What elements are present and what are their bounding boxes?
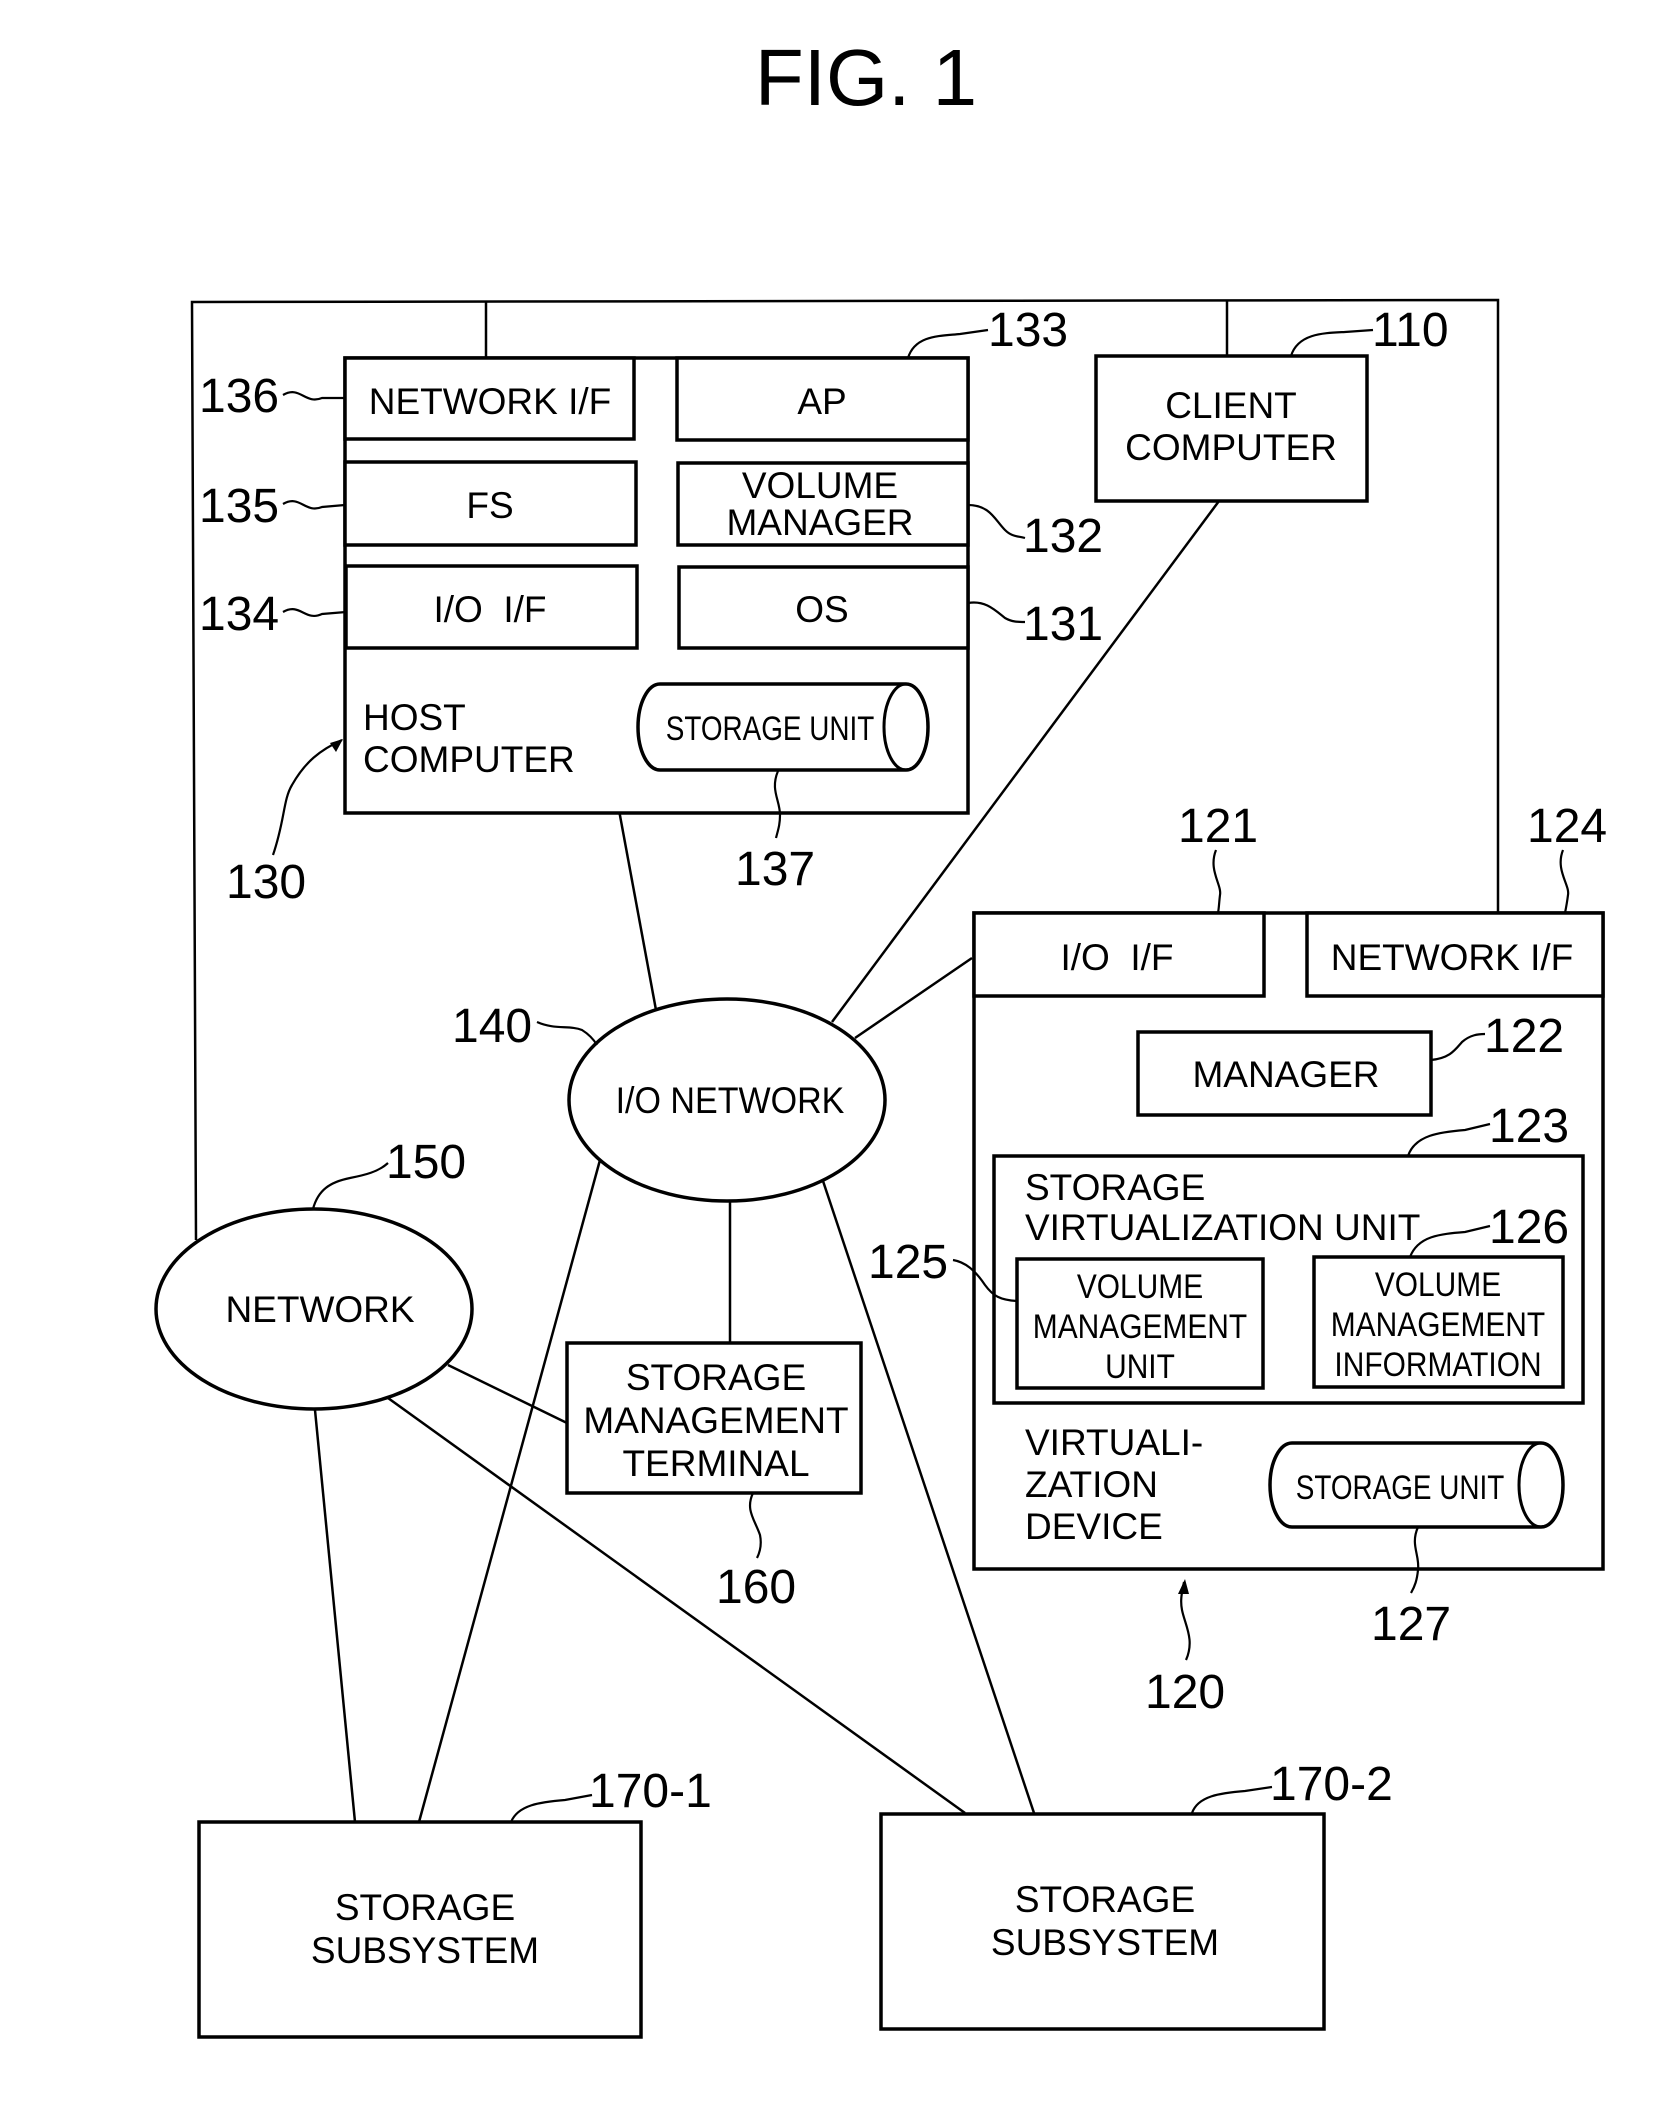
vmu-label-3: UNIT	[1105, 1347, 1175, 1385]
host-storage-unit: STORAGE UNIT	[636, 682, 930, 772]
storage-subsystem-1-label-1: STORAGE	[335, 1887, 515, 1928]
storage-subsystem-1-label-2: SUBSYSTEM	[311, 1930, 539, 1971]
leader-110	[1289, 328, 1374, 357]
leader-160	[748, 1492, 762, 1559]
leader-131	[967, 601, 1026, 624]
arrow-120	[1178, 1579, 1189, 1594]
host-volume-manager-label-1: VOLUME	[742, 465, 898, 506]
ref-130: 130	[226, 856, 306, 909]
virtualization-device-label-3: DEVICE	[1025, 1506, 1163, 1547]
smt-label-1: STORAGE	[626, 1357, 806, 1398]
host-computer: NETWORK I/F AP FS VOLUME MANAGER I/O I/F…	[343, 356, 970, 815]
ref-170-2: 170-2	[1270, 1758, 1393, 1811]
vmu-label-1: VOLUME	[1077, 1267, 1203, 1305]
leader-135	[282, 500, 346, 510]
vmi-label-1: VOLUME	[1375, 1265, 1501, 1303]
leader-130	[271, 738, 343, 856]
ref-124: 124	[1527, 800, 1607, 853]
leader-134	[282, 608, 347, 617]
ref-131: 131	[1023, 598, 1103, 651]
fig1-diagram: FIG. 1 NETWORK I/F AP FS VOLUME MANAGER …	[154, 33, 1607, 2039]
virt-storage-unit: STORAGE UNIT	[1268, 1441, 1565, 1529]
ref-160: 160	[716, 1561, 796, 1614]
svu-label-1: STORAGE	[1025, 1167, 1205, 1208]
ref-170-1: 170-1	[589, 1765, 712, 1818]
ref-140: 140	[452, 1000, 532, 1053]
virtualization-device-label-2: ZATION	[1025, 1464, 1158, 1505]
host-storage-unit-label: STORAGE UNIT	[666, 709, 875, 747]
ref-150: 150	[386, 1136, 466, 1189]
ref-132: 132	[1023, 510, 1103, 563]
storage-subsystem-2: STORAGE SUBSYSTEM	[879, 1812, 1326, 2031]
host-os-label: OS	[795, 589, 848, 630]
host-ap-label: AP	[797, 381, 846, 422]
leader-170-2	[1190, 1785, 1273, 1814]
storage-subsystem-2-label-2: SUBSYSTEM	[991, 1922, 1219, 1963]
client-computer: CLIENT COMPUTER	[1094, 354, 1369, 503]
host-computer-label-2: COMPUTER	[363, 739, 575, 780]
io-network: I/O NETWORK	[567, 997, 887, 1203]
ref-127: 127	[1371, 1598, 1451, 1651]
ref-122: 122	[1484, 1010, 1564, 1063]
leader-124	[1559, 849, 1570, 914]
io-network-label: I/O NETWORK	[616, 1080, 845, 1122]
host-io-if-label: I/O I/F	[433, 589, 546, 630]
link-net-smt	[447, 1363, 568, 1425]
vmi-label-3: INFORMATION	[1334, 1345, 1541, 1383]
virt-storage-unit-label: STORAGE UNIT	[1296, 1468, 1505, 1506]
host-computer-label-1: HOST	[363, 697, 466, 738]
leader-136	[282, 391, 345, 401]
storage-management-terminal: STORAGE MANAGEMENT TERMINAL	[565, 1341, 863, 1495]
ref-135: 135	[199, 480, 279, 533]
ref-126: 126	[1489, 1201, 1569, 1254]
svu-label-2: VIRTUALIZATION UNIT	[1025, 1207, 1420, 1248]
link-net-ss1	[313, 1409, 357, 1823]
ref-136: 136	[199, 370, 279, 423]
ref-123: 123	[1489, 1100, 1569, 1153]
host-volume-manager-label-2: MANAGER	[726, 502, 913, 543]
ref-125: 125	[868, 1236, 948, 1289]
virtualization-device-label-1: VIRTUALI-	[1025, 1422, 1203, 1463]
ref-110: 110	[1372, 304, 1449, 357]
link-virt-io	[854, 956, 973, 1040]
leader-170-1	[509, 1793, 593, 1823]
client-computer-label-1: CLIENT	[1165, 385, 1297, 426]
storage-subsystem-1: STORAGE SUBSYSTEM	[197, 1820, 643, 2039]
virt-network-if-label: NETWORK I/F	[1331, 937, 1574, 978]
vmu-label-2: MANAGEMENT	[1033, 1307, 1247, 1345]
host-network-if-label: NETWORK I/F	[369, 381, 612, 422]
ref-120: 120	[1145, 1666, 1225, 1719]
ref-133: 133	[988, 304, 1068, 357]
manager-label: MANAGER	[1192, 1054, 1379, 1095]
storage-subsystem-2-label-1: STORAGE	[1015, 1879, 1195, 1920]
smt-label-2: MANAGEMENT	[583, 1400, 848, 1441]
ref-137: 137	[735, 843, 815, 896]
ref-134: 134	[199, 588, 279, 641]
arrow-130	[330, 739, 343, 752]
virt-io-if-label: I/O I/F	[1060, 937, 1173, 978]
vmi-label-2: MANAGEMENT	[1331, 1305, 1545, 1343]
lan-network: NETWORK	[154, 1207, 474, 1411]
host-fs-label: FS	[466, 485, 513, 526]
network-label: NETWORK	[225, 1289, 414, 1330]
client-computer-label-2: COMPUTER	[1125, 427, 1337, 468]
leader-121	[1212, 849, 1222, 914]
ref-121: 121	[1178, 800, 1258, 853]
smt-label-3: TERMINAL	[622, 1443, 809, 1484]
figure-title: FIG. 1	[755, 33, 977, 122]
leader-132	[967, 503, 1026, 540]
leader-150	[311, 1162, 389, 1210]
leader-140	[536, 1020, 598, 1046]
leader-133	[906, 328, 989, 359]
